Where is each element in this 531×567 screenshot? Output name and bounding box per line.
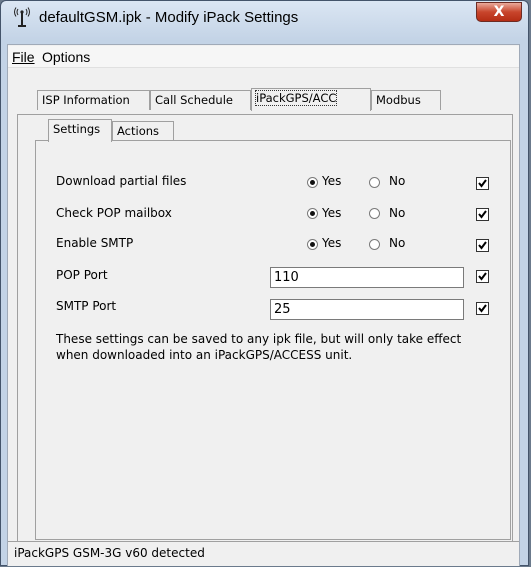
enable-smtp-yes-label: Yes xyxy=(322,236,342,250)
tab-isp-information-label: ISP Information xyxy=(42,93,130,107)
download-partial-files-no-radio[interactable] xyxy=(369,177,380,188)
check-pop-mailbox-checkbox[interactable] xyxy=(476,208,489,221)
menu-file-label: File xyxy=(12,49,35,65)
antenna-icon xyxy=(13,7,31,27)
menu-options-label: Options xyxy=(42,49,91,65)
download-partial-files-label: Download partial files xyxy=(56,174,187,188)
check-pop-mailbox-yes-radio[interactable] xyxy=(307,208,318,219)
check-pop-mailbox-label: Check POP mailbox xyxy=(56,206,172,220)
check-pop-mailbox-no-radio[interactable] xyxy=(369,208,380,219)
close-button[interactable]: X xyxy=(476,2,522,22)
tab-call-schedule[interactable]: Call Schedule xyxy=(150,90,251,110)
smtp-port-checkbox[interactable] xyxy=(476,302,489,315)
subtab-settings-label: Settings xyxy=(53,122,101,136)
tab-modbus[interactable]: Modbus xyxy=(371,90,441,110)
tab-modbus-label: Modbus xyxy=(376,93,421,107)
enable-smtp-label: Enable SMTP xyxy=(56,236,134,250)
subtab-actions[interactable]: Actions xyxy=(112,121,174,141)
download-partial-files-checkbox[interactable] xyxy=(476,177,489,190)
title-bar[interactable]: defaultGSM.ipk - Modify iPack Settings X xyxy=(1,1,528,35)
enable-smtp-yes-radio[interactable] xyxy=(307,239,318,250)
checkmark-icon xyxy=(478,241,487,250)
checkmark-icon xyxy=(478,210,487,219)
menu-file[interactable]: File xyxy=(12,49,35,65)
checkmark-icon xyxy=(478,179,487,188)
settings-note: These settings can be saved to any ipk f… xyxy=(56,332,462,362)
close-icon: X xyxy=(493,4,505,20)
pop-port-checkbox[interactable] xyxy=(476,270,489,283)
tab-ipackgps-acc[interactable]: iPackGPS/ACC xyxy=(251,88,371,111)
check-pop-mailbox-yes-label: Yes xyxy=(322,206,342,220)
pop-port-label: POP Port xyxy=(56,268,108,282)
menu-options[interactable]: Options xyxy=(42,49,90,65)
download-partial-files-yes-label: Yes xyxy=(322,174,342,188)
check-pop-mailbox-no-label: No xyxy=(389,206,406,220)
tab-ipackgps-acc-label: iPackGPS/ACC xyxy=(254,90,338,106)
download-partial-files-no-label: No xyxy=(389,174,406,188)
checkmark-icon xyxy=(478,304,487,313)
pop-port-input[interactable]: 110 xyxy=(270,267,464,288)
checkmark-icon xyxy=(478,272,487,281)
enable-smtp-no-radio[interactable] xyxy=(369,239,380,250)
menu-bar: File Options xyxy=(8,46,519,68)
enable-smtp-no-label: No xyxy=(389,236,406,250)
enable-smtp-checkbox[interactable] xyxy=(476,239,489,252)
tab-call-schedule-label: Call Schedule xyxy=(155,93,233,107)
tab-isp-information[interactable]: ISP Information xyxy=(37,90,150,110)
download-partial-files-yes-radio[interactable] xyxy=(307,177,318,188)
status-text: iPackGPS GSM-3G v60 detected xyxy=(14,546,205,560)
window-title: defaultGSM.ipk - Modify iPack Settings xyxy=(39,9,299,26)
smtp-port-input[interactable]: 25 xyxy=(270,299,464,320)
smtp-port-label: SMTP Port xyxy=(56,299,117,313)
subtab-settings[interactable]: Settings xyxy=(48,119,112,142)
subtab-actions-label: Actions xyxy=(117,124,160,138)
